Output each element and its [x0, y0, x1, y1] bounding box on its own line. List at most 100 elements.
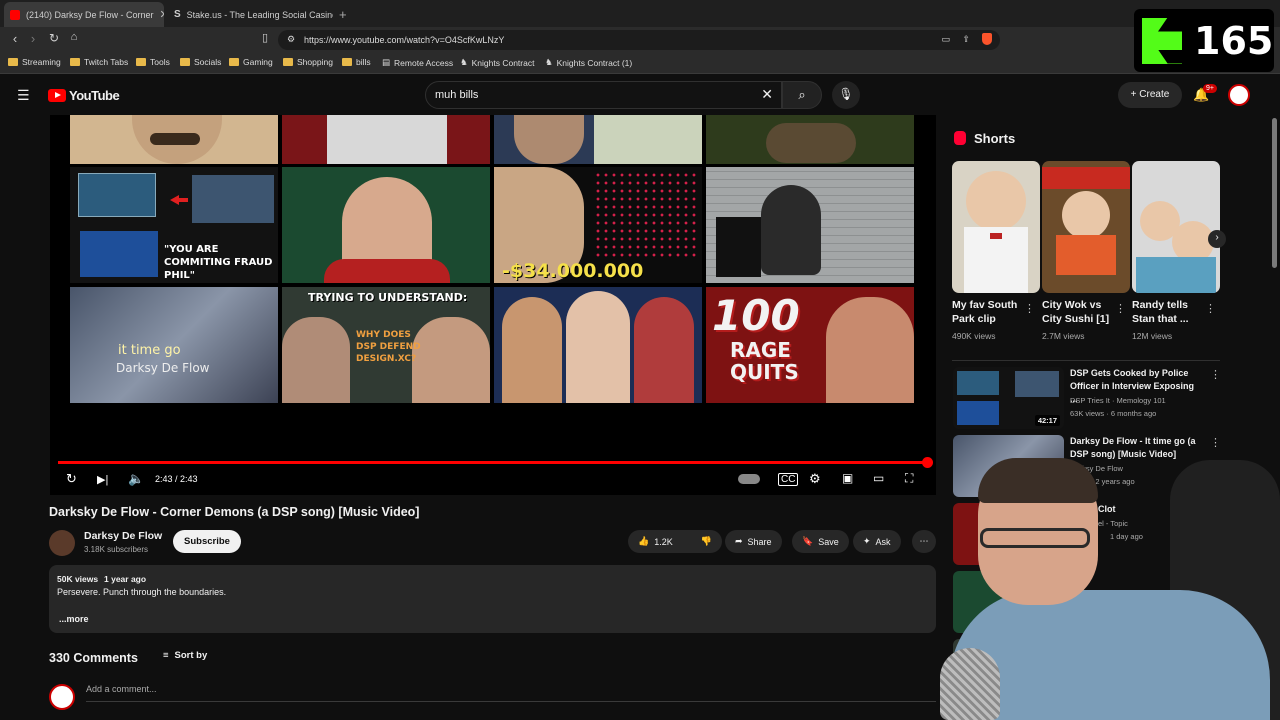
notifications-button[interactable]: 🔔 9+ [1193, 84, 1217, 103]
bookmark-knights-contract-1[interactable]: ♞ Knights Contract (1) [545, 57, 632, 68]
forward-icon[interactable]: › [24, 31, 42, 46]
cast-icon[interactable]: ▭ [941, 34, 950, 45]
add-comment-input[interactable]: Add a comment... [86, 684, 936, 702]
channel-name[interactable]: Darksy De Flow [84, 530, 162, 542]
endscreen-thumb[interactable] [282, 115, 490, 164]
volume-icon[interactable]: 🔈 [128, 471, 144, 487]
youtube-wordmark: YouTube [69, 88, 120, 103]
notification-badge: 9+ [1203, 84, 1217, 93]
settings-icon[interactable]: ⚙ [809, 471, 821, 487]
short-menu-icon[interactable]: ⋮ [1024, 302, 1035, 315]
bookmark-gaming[interactable]: Gaming [229, 57, 273, 67]
bookmark-page-icon[interactable]: ▯ [256, 31, 274, 44]
save-button[interactable]: 🔖 Save [792, 530, 849, 553]
back-icon[interactable]: ‹ [6, 31, 24, 46]
short-card[interactable] [1042, 161, 1130, 293]
bookmark-twitch-tabs[interactable]: Twitch Tabs [70, 57, 128, 67]
bookmark-knights-contract[interactable]: ♞ Knights Contract [460, 57, 534, 68]
channel-avatar[interactable] [49, 530, 75, 556]
reload-icon[interactable]: ↻ [45, 31, 63, 45]
voice-search-button[interactable]: 🎙 [832, 81, 860, 109]
short-views: 12M views [1132, 331, 1173, 341]
home-icon[interactable]: ⌂ [65, 31, 83, 43]
share-page-icon[interactable]: ⇪ [962, 34, 970, 45]
short-title[interactable]: City Wok vs City Sushi [1] [1042, 298, 1112, 326]
brave-shield-icon[interactable] [982, 33, 992, 45]
browser-tab-youtube[interactable]: (2140) Darksy De Flow - Corner ✕ [4, 2, 164, 27]
recommendation-menu-icon[interactable]: ⋮ [1210, 368, 1221, 381]
sidebar-divider [952, 360, 1220, 361]
bookmark-streaming[interactable]: Streaming [8, 57, 61, 67]
browser-tab-stake[interactable]: S Stake.us - The Leading Social Casino ✕ [168, 2, 333, 27]
page-scrollbar[interactable] [1272, 118, 1277, 268]
endscreen-thumb-money[interactable]: -$34.000.000 [494, 167, 702, 283]
subscribe-button[interactable]: Subscribe [173, 530, 241, 553]
avatar[interactable] [1228, 84, 1250, 106]
youtube-logo[interactable]: YouTube [48, 88, 120, 103]
new-tab-button[interactable]: + [333, 2, 353, 27]
autoplay-toggle[interactable] [738, 474, 760, 484]
time-display: 2:43 / 2:43 [155, 474, 198, 484]
description-box[interactable]: 50K views 1 year ago Persevere. Punch th… [49, 565, 936, 633]
microphone [940, 648, 1000, 720]
shorts-next-icon[interactable]: › [1208, 230, 1226, 248]
create-label: Create [1139, 89, 1170, 100]
endscreen-thumb[interactable] [494, 115, 702, 164]
endscreen-thumb-rage[interactable]: 100 RAGE QUITS [706, 287, 914, 403]
short-title[interactable]: Randy tells Stan that ... [1132, 298, 1202, 326]
bookmark-label: Shopping [297, 57, 333, 67]
video-player[interactable]: "YOU ARE COMMITING FRAUD PHIL" -$34.000.… [50, 115, 936, 495]
subtitles-icon[interactable]: CC [778, 473, 799, 486]
site-info-icon[interactable]: ⚙ [287, 34, 295, 45]
close-tab-icon[interactable]: ✕ [154, 8, 164, 21]
ask-button[interactable]: ✦ Ask [853, 530, 901, 553]
endscreen-thumb[interactable] [706, 115, 914, 164]
bookmark-remote-access[interactable]: ▤ Remote Access [382, 57, 453, 68]
recommendation-thumbnail[interactable]: 42:17 [953, 367, 1064, 429]
create-button[interactable]: + Create [1118, 82, 1182, 108]
search-button[interactable]: ⌕ [782, 81, 822, 109]
share-button[interactable]: ➦ Share [725, 530, 782, 553]
tab-title: Stake.us - The Leading Social Casino [186, 9, 333, 20]
endscreen-thumb[interactable] [70, 115, 278, 164]
thumb-text: Darksy De Flow [116, 361, 210, 375]
bookmark-shopping[interactable]: Shopping [283, 57, 333, 67]
sort-comments-button[interactable]: ≡ Sort by [163, 650, 207, 661]
endscreen-thumb-trio[interactable] [494, 287, 702, 403]
short-menu-icon[interactable]: ⋮ [1115, 302, 1126, 315]
short-card[interactable] [952, 161, 1040, 293]
progress-bar[interactable] [58, 457, 933, 468]
clear-search-icon[interactable]: ✕ [761, 86, 773, 103]
endscreen-thumb-understand[interactable]: TRYING TO UNDERSTAND: WHY DOES DSP DEFEN… [282, 287, 490, 403]
remote-icon: ▤ [382, 57, 391, 67]
url-field[interactable]: ⚙ https://www.youtube.com/watch?v=O4ScfK… [278, 30, 1000, 50]
endscreen-thumb-lyric[interactable]: it time go Darksy De Flow [70, 287, 278, 403]
thumb-text: it time go [118, 343, 181, 358]
bookmark-socials[interactable]: Socials [180, 57, 221, 67]
webcam-overlay [930, 440, 1280, 720]
recommendation-channel[interactable]: DSP Tries It · Memology 101 [1070, 396, 1166, 405]
view-count: 50K views [57, 574, 99, 584]
next-icon[interactable]: ▶| [97, 473, 108, 486]
menu-icon[interactable]: ☰ [17, 87, 30, 104]
theater-mode-icon[interactable]: ▭ [873, 471, 884, 485]
miniplayer-icon[interactable]: ▣ [842, 471, 853, 485]
show-more-link[interactable]: ...more [59, 614, 89, 624]
short-menu-icon[interactable]: ⋮ [1205, 302, 1216, 315]
bookmark-tools[interactable]: Tools [136, 57, 170, 67]
folder-icon [70, 58, 80, 66]
like-button[interactable]: 👍 1.2K 👎 [628, 530, 722, 553]
fullscreen-icon[interactable]: ⛶ [905, 471, 913, 486]
short-title[interactable]: My fav South Park clip [952, 298, 1022, 326]
short-card[interactable] [1132, 161, 1220, 293]
endscreen-thumb-face[interactable] [282, 167, 490, 283]
bookmark-bills[interactable]: bills [342, 57, 371, 67]
thumbs-down-icon[interactable]: 👎 [701, 536, 712, 547]
replay-icon[interactable]: ↻ [66, 471, 77, 487]
thumbs-up-icon: 👍 [638, 536, 650, 546]
folder-icon [180, 58, 190, 66]
search-input[interactable]: muh bills ✕ [425, 81, 782, 109]
endscreen-thumb-fraud[interactable]: "YOU ARE COMMITING FRAUD PHIL" [70, 167, 278, 283]
endscreen-thumb-porch[interactable] [706, 167, 914, 283]
browser-toolbar: ‹ › ↻ ⌂ ▯ ⚙ https://www.youtube.com/watc… [0, 27, 1280, 52]
